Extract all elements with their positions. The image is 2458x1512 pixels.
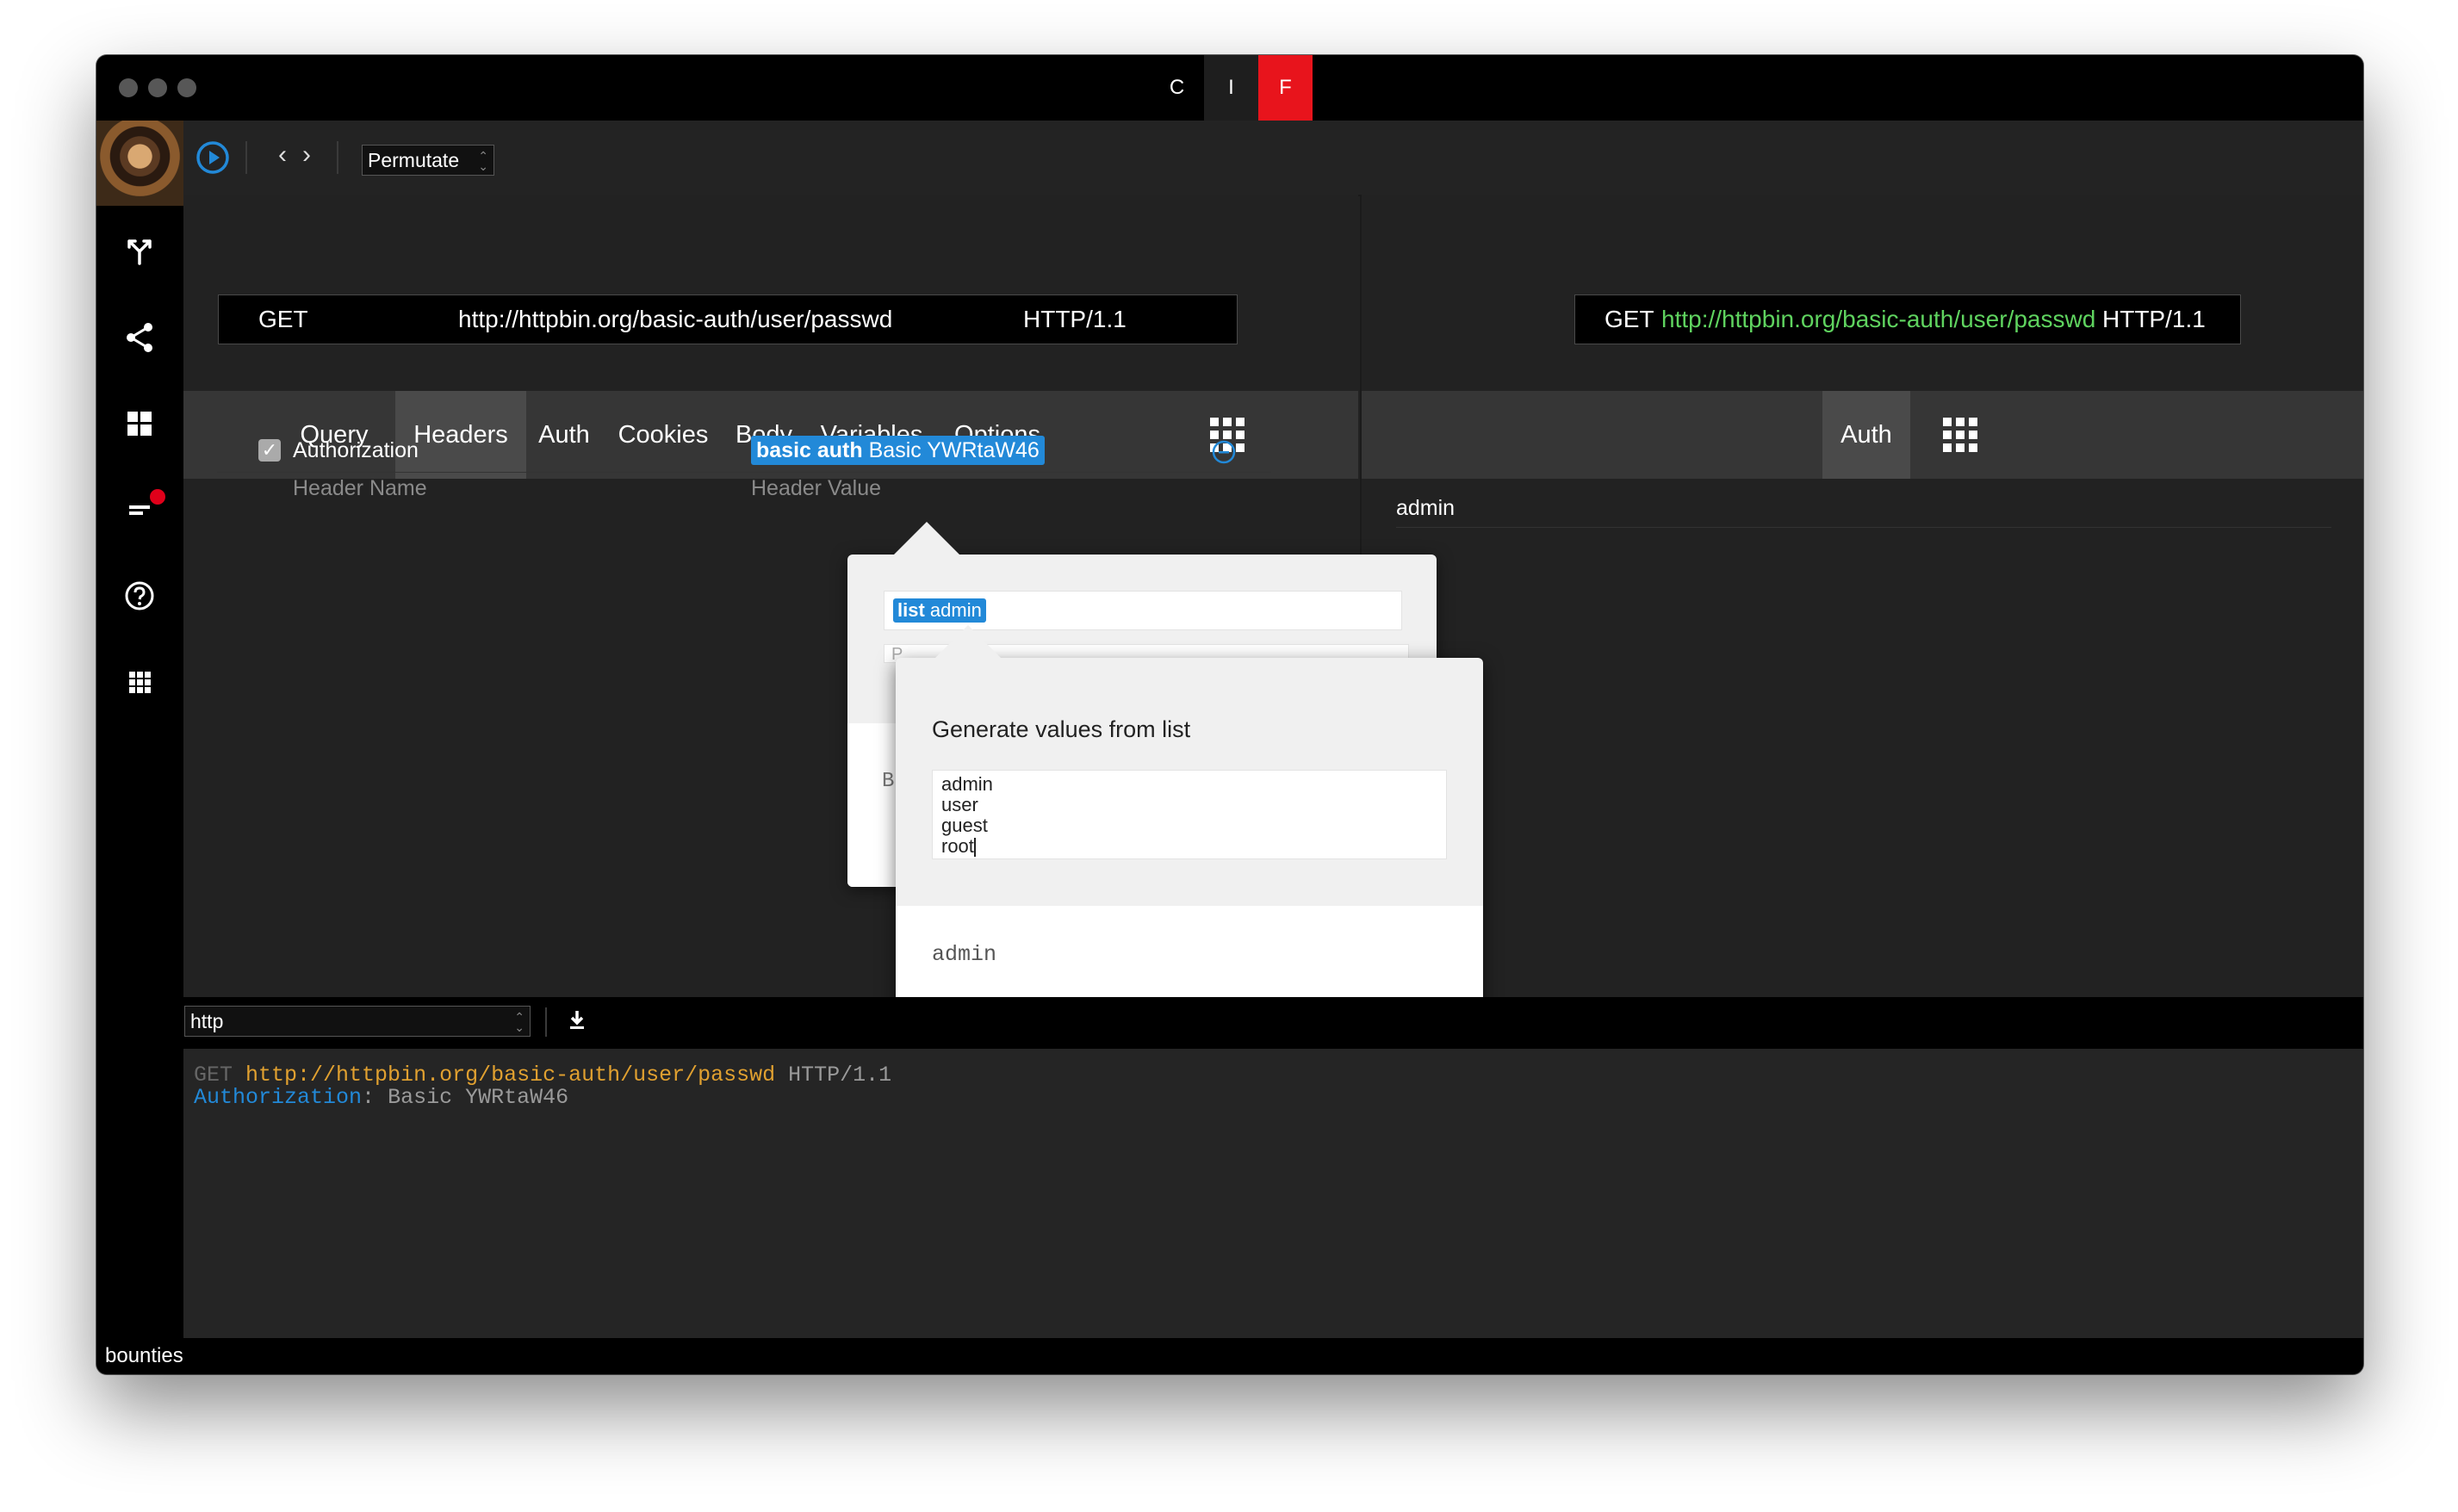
share-icon[interactable]: [122, 320, 157, 355]
lines-icon[interactable]: [122, 493, 157, 527]
request-url[interactable]: http://httpbin.org/basic-auth/user/passw…: [458, 306, 892, 333]
tab-variables[interactable]: Variables: [807, 391, 936, 479]
response-request-line: GET http://httpbin.org/basic-auth/user/p…: [1574, 294, 2241, 344]
console-header-value: Basic YWRtaW46: [388, 1085, 569, 1110]
apps-icon[interactable]: [122, 665, 157, 699]
tab-body[interactable]: Body: [726, 391, 802, 479]
console-version: HTTP/1.1: [788, 1063, 892, 1088]
header-enabled-checkbox[interactable]: ✓: [258, 439, 281, 462]
list-item: user: [941, 794, 978, 815]
popover-title: Generate values from list: [932, 716, 1191, 742]
list-values-textarea[interactable]: admin user guest root: [932, 770, 1447, 859]
title-bar: C I F: [96, 55, 2363, 121]
mode-select-value: Permutate: [368, 149, 460, 171]
token-value: Basic YWRtaW46: [868, 438, 1040, 462]
format-select-value: http: [190, 1010, 224, 1032]
tab-query[interactable]: Query: [289, 391, 380, 479]
download-icon[interactable]: [564, 1007, 590, 1033]
zoom-window-button[interactable]: [177, 78, 196, 97]
status-text: bounties: [105, 1344, 183, 1367]
console-line-1: GET http://httpbin.org/basic-auth/user/p…: [194, 1064, 891, 1087]
token-keyword: basic auth: [756, 438, 863, 462]
next-arrow-button[interactable]: ›: [302, 139, 311, 170]
list-token[interactable]: list admin: [893, 598, 986, 623]
generator-preview-text: B: [882, 770, 895, 793]
tab-cookies[interactable]: Cookies: [605, 391, 721, 479]
app-window: C I F ‹ › Permutate ⌃ ⌄ GET http://httpb…: [96, 55, 2363, 1374]
grid-menu-icon-right[interactable]: [1943, 418, 1977, 452]
request-line[interactable]: GET http://httpbin.org/basic-auth/user/p…: [218, 294, 1238, 344]
select-caret-icon: ⌃ ⌄: [478, 149, 488, 173]
header-value-placeholder[interactable]: Header Value: [751, 476, 881, 501]
prev-arrow-button[interactable]: ‹: [278, 139, 287, 170]
response-tabs: Auth: [1362, 391, 2363, 479]
select-caret-icon: ⌃ ⌄: [514, 1010, 524, 1034]
dashboard-icon[interactable]: [122, 406, 157, 441]
console-url: http://httpbin.org/basic-auth/user/passw…: [245, 1063, 776, 1088]
list-item: admin: [941, 773, 993, 795]
request-tabs: Query Headers Auth Cookies Body Variable…: [183, 391, 1358, 479]
text-cursor: [973, 838, 976, 858]
list-token-keyword: list: [897, 599, 925, 621]
response-version: HTTP/1.1: [2102, 306, 2206, 332]
play-icon[interactable]: [196, 140, 230, 175]
response-value: admin: [1396, 496, 1456, 520]
list-token-value: admin: [929, 599, 982, 621]
request-preview-console[interactable]: GET http://httpbin.org/basic-auth/user/p…: [183, 1049, 2363, 1338]
header-name[interactable]: Authorization: [293, 438, 419, 463]
tab-auth-right[interactable]: Auth: [1822, 391, 1910, 479]
header-name-placeholder[interactable]: Header Name: [293, 476, 427, 501]
format-select[interactable]: http ⌃ ⌄: [184, 1006, 531, 1037]
tab-auth[interactable]: Auth: [528, 391, 600, 479]
list-item: root: [941, 835, 974, 857]
response-pane: GET http://httpbin.org/basic-auth/user/p…: [1360, 195, 2363, 997]
tab-options[interactable]: Options: [941, 391, 1053, 479]
list-item: guest: [941, 815, 988, 836]
response-url[interactable]: http://httpbin.org/basic-auth/user/passw…: [1661, 306, 2095, 333]
help-icon[interactable]: [122, 579, 157, 613]
tab-headers[interactable]: Headers: [395, 391, 526, 479]
request-method[interactable]: GET: [258, 306, 308, 333]
header-value-token[interactable]: basic auth Basic YWRtaW46: [751, 436, 1045, 465]
mode-i-button[interactable]: I: [1204, 55, 1258, 121]
request-version[interactable]: HTTP/1.1: [1023, 306, 1127, 333]
console-toolbar: http ⌃ ⌄: [183, 997, 2363, 1049]
toolbar: ‹ › Permutate ⌃ ⌄: [183, 121, 2363, 196]
remove-header-icon[interactable]: [1211, 439, 1237, 465]
close-window-button[interactable]: [119, 78, 138, 97]
mode-f-button[interactable]: F: [1258, 55, 1313, 121]
console-header-key: Authorization: [194, 1085, 363, 1110]
console-line-2: Authorization: Basic YWRtaW46: [194, 1085, 569, 1110]
mode-select[interactable]: Permutate ⌃ ⌄: [362, 145, 494, 176]
branch-icon[interactable]: [122, 234, 157, 269]
preview-value: admin: [932, 942, 997, 967]
response-method: GET: [1605, 306, 1654, 332]
minimize-window-button[interactable]: [148, 78, 167, 97]
status-bar: bounties: [96, 1338, 2363, 1374]
console-method: GET: [194, 1063, 233, 1088]
sidebar: [96, 121, 183, 1338]
avatar[interactable]: [96, 121, 183, 206]
mode-c-button[interactable]: C: [1150, 55, 1204, 121]
